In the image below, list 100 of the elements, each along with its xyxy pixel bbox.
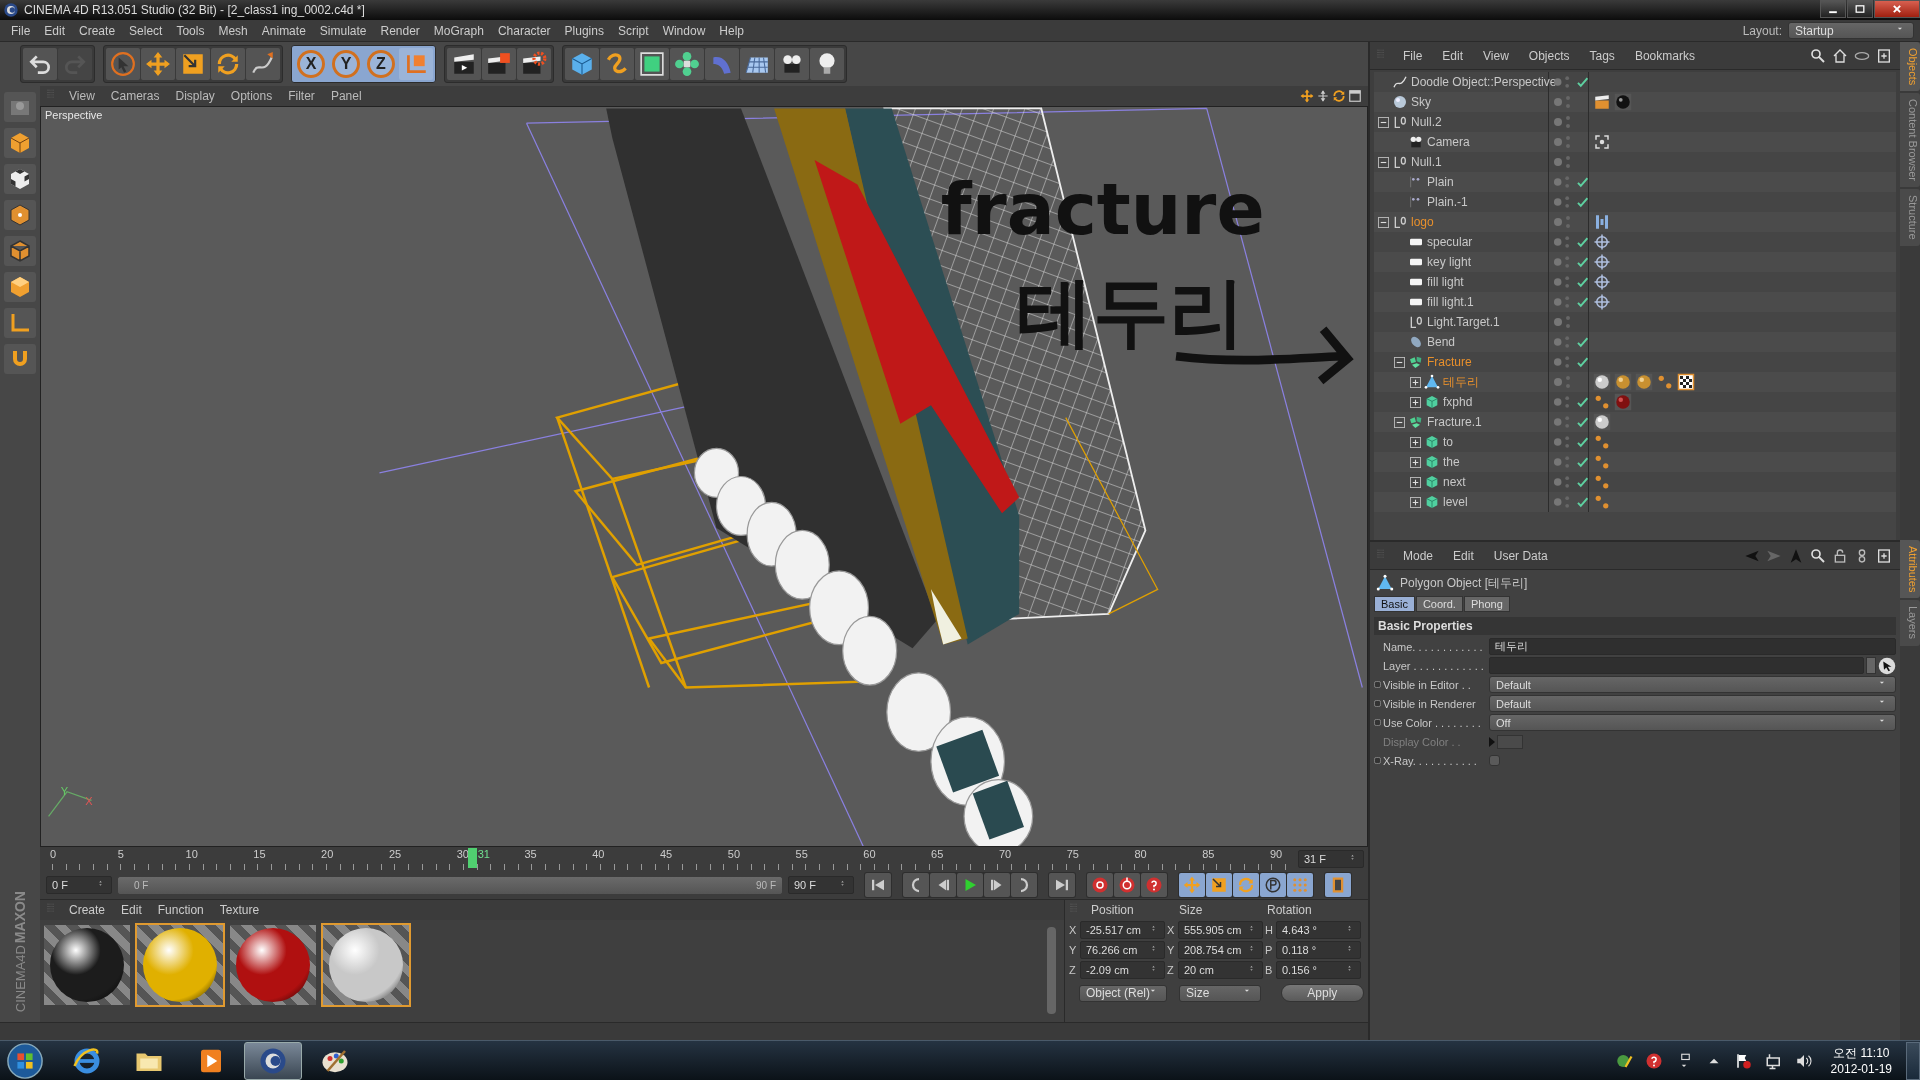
- object-name[interactable]: Null.2: [1411, 115, 1442, 129]
- menu-item[interactable]: MoGraph: [426, 23, 491, 38]
- checkbox[interactable]: [1489, 755, 1500, 766]
- menu-item[interactable]: Select: [122, 23, 170, 38]
- playhead[interactable]: [467, 848, 477, 868]
- cluster-icon[interactable]: [674, 51, 700, 77]
- help-icon[interactable]: [1145, 876, 1163, 894]
- checker-tag-icon[interactable]: [1677, 373, 1695, 391]
- menu-item[interactable]: Filter: [281, 89, 322, 103]
- lock-icon[interactable]: [1832, 547, 1848, 564]
- selection-dots-icon[interactable]: [1593, 493, 1611, 511]
- new-panel-icon[interactable]: [1876, 47, 1892, 64]
- animation-toggle-icon[interactable]: [1374, 757, 1381, 764]
- menu-item[interactable]: Script: [610, 23, 656, 38]
- polygon-cube-icon[interactable]: [8, 275, 32, 299]
- coordinate-field[interactable]: 555.905 cm: [1178, 921, 1263, 939]
- check-icon[interactable]: [1576, 276, 1588, 288]
- close-button[interactable]: [1874, 0, 1920, 18]
- object-name[interactable]: fill light: [1427, 275, 1464, 289]
- object-name[interactable]: Sky: [1411, 95, 1431, 109]
- record-key-icon[interactable]: [1091, 876, 1109, 894]
- crosshair-icon[interactable]: [1593, 253, 1611, 271]
- menu-item[interactable]: Objects: [1521, 48, 1577, 63]
- menu-item[interactable]: Edit: [1435, 48, 1471, 63]
- clapperboard-icon[interactable]: [1593, 93, 1611, 111]
- menu-item[interactable]: Create: [62, 903, 113, 917]
- check-icon[interactable]: [1576, 336, 1588, 348]
- material-swatch[interactable]: [135, 923, 225, 1007]
- focus-bracket-icon[interactable]: [1593, 133, 1611, 151]
- layout-dropdown[interactable]: Startup: [1788, 22, 1914, 39]
- coordinate-field[interactable]: 0.118 °: [1276, 941, 1361, 959]
- object-name[interactable]: 테두리: [1443, 373, 1479, 391]
- clock-date[interactable]: 2012-01-19: [1830, 1060, 1892, 1077]
- menu-item[interactable]: Texture: [212, 903, 267, 917]
- menu-item[interactable]: Window: [655, 23, 713, 38]
- clapperboard-icon[interactable]: [451, 51, 477, 77]
- menu-item[interactable]: View: [62, 89, 102, 103]
- menu-item[interactable]: File: [1396, 48, 1430, 63]
- collapse-toggle-icon[interactable]: [1394, 416, 1405, 428]
- coordinate-field[interactable]: 208.754 cm: [1178, 941, 1263, 959]
- menu-item[interactable]: Character: [490, 23, 558, 38]
- network-icon[interactable]: [1764, 1051, 1783, 1070]
- menu-item[interactable]: Render: [373, 23, 427, 38]
- tab[interactable]: Coord.: [1415, 596, 1463, 612]
- parameter-p-icon[interactable]: [1264, 876, 1282, 894]
- tab[interactable]: Phong: [1463, 596, 1510, 612]
- collapse-toggle-icon[interactable]: [1394, 356, 1405, 368]
- name-input[interactable]: 테두리: [1489, 638, 1896, 655]
- move-arrows-icon[interactable]: [145, 51, 171, 77]
- check-icon[interactable]: [1576, 196, 1588, 208]
- material-ball-icon[interactable]: [1635, 373, 1653, 391]
- taskbar-button[interactable]: [244, 1041, 302, 1080]
- menu-item[interactable]: Mode: [1396, 548, 1441, 563]
- expand-toggle-icon[interactable]: [1410, 376, 1421, 388]
- tab[interactable]: Basic: [1374, 596, 1415, 612]
- selection-dots-icon[interactable]: [1593, 393, 1611, 411]
- menu-item[interactable]: Edit: [114, 903, 149, 917]
- axis-lock-button[interactable]: Z: [367, 50, 395, 78]
- scroll-bar[interactable]: [1047, 927, 1056, 1014]
- maximize-button[interactable]: [1847, 0, 1873, 18]
- dot-grid-icon[interactable]: [1291, 876, 1309, 894]
- material-ball-icon[interactable]: [1593, 373, 1611, 391]
- clapperboard-gear-icon[interactable]: [521, 51, 547, 77]
- scale-square-icon[interactable]: [180, 51, 206, 77]
- menu-item[interactable]: Create: [72, 23, 123, 38]
- rotate-arrows-icon[interactable]: [1332, 89, 1346, 103]
- check-icon[interactable]: [1576, 456, 1588, 468]
- object-name[interactable]: the: [1443, 455, 1460, 469]
- coordinate-field[interactable]: 4.643 °: [1276, 921, 1361, 939]
- collapse-toggle-icon[interactable]: [1378, 216, 1389, 228]
- material-swatch[interactable]: [321, 923, 411, 1007]
- check-icon[interactable]: [1576, 416, 1588, 428]
- coordinate-mode-dropdown[interactable]: Object (Rel): [1079, 984, 1167, 1002]
- check-icon[interactable]: [1576, 396, 1588, 408]
- end-frame-field[interactable]: 90 F: [788, 876, 854, 894]
- object-name[interactable]: specular: [1427, 235, 1473, 249]
- cube-icon[interactable]: [569, 51, 595, 77]
- start-button[interactable]: [6, 1041, 44, 1080]
- move-arrows-icon[interactable]: [1300, 89, 1314, 103]
- check-icon[interactable]: [1576, 236, 1588, 248]
- menu-item[interactable]: Animate: [254, 23, 313, 38]
- point-cube-icon[interactable]: [8, 203, 32, 227]
- check-icon[interactable]: [1576, 496, 1588, 508]
- object-name[interactable]: Camera: [1427, 135, 1470, 149]
- object-name[interactable]: Null.1: [1411, 155, 1442, 169]
- material-ball-icon[interactable]: [1614, 93, 1632, 111]
- dropdown[interactable]: Default: [1489, 676, 1896, 693]
- menu-item[interactable]: Function: [150, 903, 211, 917]
- coordinate-field[interactable]: -2.09 cm: [1080, 961, 1165, 979]
- side-tab[interactable]: Attributes: [1900, 540, 1920, 599]
- axis-lock-button[interactable]: X: [297, 50, 325, 78]
- dropdown[interactable]: Default: [1489, 695, 1896, 712]
- menu-item[interactable]: Plugins: [557, 23, 611, 38]
- crosshair-icon[interactable]: [1593, 293, 1611, 311]
- search-icon[interactable]: [1810, 47, 1826, 64]
- maximize-icon[interactable]: [1348, 89, 1362, 103]
- menu-item[interactable]: Edit: [37, 23, 73, 38]
- menu-item[interactable]: Cameras: [103, 89, 167, 103]
- object-name[interactable]: Fracture: [1427, 355, 1472, 369]
- selection-dots-icon[interactable]: [1593, 433, 1611, 451]
